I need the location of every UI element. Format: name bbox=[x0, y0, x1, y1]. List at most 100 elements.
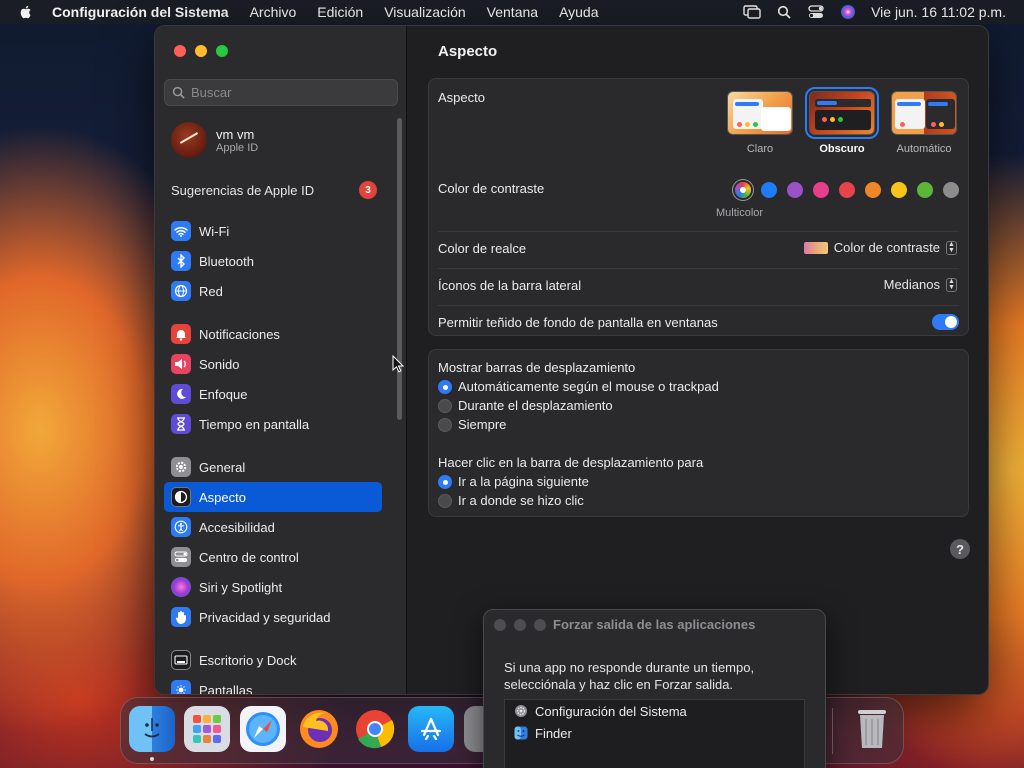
sidebar-item-label: Enfoque bbox=[199, 386, 248, 402]
apple-id-account[interactable]: vm vm Apple ID bbox=[171, 122, 258, 158]
sidebar-item-accesibilidad[interactable]: Accesibilidad bbox=[164, 512, 382, 542]
menu-edicion[interactable]: Edición bbox=[317, 4, 363, 20]
search-field[interactable] bbox=[164, 79, 398, 106]
radio-label: Ir a la página siguiente bbox=[458, 474, 589, 489]
menu-ventana[interactable]: Ventana bbox=[487, 4, 538, 20]
accent-swatch-yellow[interactable] bbox=[891, 182, 907, 198]
system-settings-icon[interactable] bbox=[464, 706, 484, 752]
accent-swatch-orange[interactable] bbox=[865, 182, 881, 198]
scrollbars-option-scrolling[interactable]: Durante el desplazamiento bbox=[438, 398, 613, 413]
list-item[interactable]: Finder bbox=[505, 722, 804, 744]
apple-menu-icon[interactable] bbox=[18, 4, 34, 20]
theme-option-dark[interactable]: Obscuro bbox=[805, 87, 879, 155]
divider bbox=[438, 268, 959, 269]
mouse-cursor-icon bbox=[392, 355, 404, 373]
sidebar: vm vm Apple ID Sugerencias de Apple ID 3… bbox=[155, 26, 407, 694]
scrollbars-option-always[interactable]: Siempre bbox=[438, 417, 506, 432]
accent-swatch-pink[interactable] bbox=[813, 182, 829, 198]
sidebar-item-escritorio-y-dock[interactable]: Escritorio y Dock bbox=[164, 645, 382, 675]
accent-swatch-green[interactable] bbox=[917, 182, 933, 198]
radio-button[interactable] bbox=[438, 379, 452, 394]
sidebar-item-tiempo-en-pantalla[interactable]: Tiempo en pantalla bbox=[164, 409, 382, 439]
sidebar-item-red[interactable]: Red bbox=[164, 276, 382, 306]
sidebar-item-aspecto[interactable]: Aspecto bbox=[164, 482, 382, 512]
sidebar-item-pantallas[interactable]: Pantallas bbox=[164, 675, 382, 694]
menu-clock[interactable]: Vie jun. 16 11:02 p.m. bbox=[871, 4, 1006, 20]
firefox-icon[interactable] bbox=[296, 706, 342, 752]
theme-option-light[interactable]: Claro bbox=[725, 91, 795, 155]
sidebar-item-label: Tiempo en pantalla bbox=[199, 416, 310, 432]
speaker-icon bbox=[171, 354, 191, 374]
app-list: Configuración del Sistema Finder bbox=[504, 699, 805, 768]
scrollbar-settings-card: Mostrar barras de desplazamiento Automát… bbox=[428, 349, 969, 517]
theme-option-auto[interactable]: Automático bbox=[889, 91, 959, 155]
launchpad-icon[interactable] bbox=[184, 706, 230, 752]
sidebar-item-centro-de-control[interactable]: Centro de control bbox=[164, 542, 382, 572]
minimize-button[interactable] bbox=[514, 619, 526, 631]
moon-icon bbox=[171, 384, 191, 404]
control-center-icon bbox=[171, 547, 191, 567]
radio-button[interactable] bbox=[438, 474, 452, 489]
spotlight-search-icon[interactable] bbox=[775, 3, 793, 21]
radio-button[interactable] bbox=[438, 493, 452, 508]
zoom-button[interactable] bbox=[216, 45, 228, 57]
sidebar-icon-size-popup[interactable]: Medianos ▲ ▼ bbox=[884, 277, 957, 292]
radio-button[interactable] bbox=[438, 398, 452, 413]
safari-icon[interactable] bbox=[240, 706, 286, 752]
app-name: Finder bbox=[535, 725, 572, 741]
sidebar-item-notificaciones[interactable]: Notificaciones bbox=[164, 319, 382, 349]
divider bbox=[438, 231, 959, 232]
sidebar-item-label: Notificaciones bbox=[199, 326, 280, 342]
sidebar-item-privacidad-y-seguridad[interactable]: Privacidad y seguridad bbox=[164, 602, 382, 632]
app-store-icon[interactable] bbox=[408, 706, 454, 752]
suggestions-badge: 3 bbox=[359, 181, 377, 199]
zoom-button[interactable] bbox=[534, 619, 546, 631]
control-center-icon[interactable] bbox=[807, 3, 825, 21]
radio-label: Ir a donde se hizo clic bbox=[458, 493, 584, 508]
account-subtitle: Apple ID bbox=[216, 141, 259, 154]
window-controls bbox=[174, 45, 228, 57]
minimize-button[interactable] bbox=[195, 45, 207, 57]
close-button[interactable] bbox=[494, 619, 506, 631]
search-input[interactable] bbox=[191, 85, 391, 100]
radio-label: Durante el desplazamiento bbox=[458, 398, 613, 413]
highlight-color-popup[interactable]: Color de contraste ▲ ▼ bbox=[803, 240, 957, 255]
menu-archivo[interactable]: Archivo bbox=[250, 4, 297, 20]
help-button[interactable]: ? bbox=[950, 539, 970, 559]
apple-id-suggestions[interactable]: Sugerencias de Apple ID 3 bbox=[171, 181, 377, 199]
close-button[interactable] bbox=[174, 45, 186, 57]
click-scroll-option-clicked-spot[interactable]: Ir a donde se hizo clic bbox=[438, 493, 584, 508]
siri-icon[interactable] bbox=[839, 3, 857, 21]
light-theme-thumbnail bbox=[727, 91, 793, 135]
click-scroll-option-next-page[interactable]: Ir a la página siguiente bbox=[438, 474, 589, 489]
finder-icon[interactable] bbox=[129, 706, 175, 752]
menu-visualizacion[interactable]: Visualización bbox=[384, 4, 465, 20]
accent-swatch-red[interactable] bbox=[839, 182, 855, 198]
radio-button[interactable] bbox=[438, 417, 452, 432]
click-scrollbar-label: Hacer clic en la barra de desplazamiento… bbox=[438, 455, 704, 470]
wallpaper-tint-toggle[interactable] bbox=[932, 314, 959, 330]
show-scrollbars-label: Mostrar barras de desplazamiento bbox=[438, 360, 636, 375]
sidebar-item-general[interactable]: General bbox=[164, 452, 382, 482]
accent-swatch-graphite[interactable] bbox=[943, 182, 959, 198]
menu-ayuda[interactable]: Ayuda bbox=[559, 4, 598, 20]
scrollbars-option-auto[interactable]: Automáticamente según el mouse o trackpa… bbox=[438, 379, 719, 394]
siri-icon bbox=[171, 577, 191, 597]
menu-app-name[interactable]: Configuración del Sistema bbox=[52, 4, 229, 20]
sidebar-item-enfoque[interactable]: Enfoque bbox=[164, 379, 382, 409]
list-item[interactable]: Configuración del Sistema bbox=[505, 700, 804, 722]
chrome-icon[interactable] bbox=[352, 706, 398, 752]
accent-swatch-multicolor[interactable] bbox=[735, 182, 751, 198]
sidebar-group-notifications: Notificaciones Sonido Enfoque Tiempo en … bbox=[164, 319, 382, 439]
sidebar-item-sonido[interactable]: Sonido bbox=[164, 349, 382, 379]
sidebar-item-siri-y-spotlight[interactable]: Siri y Spotlight bbox=[164, 572, 382, 602]
screen-mirroring-icon[interactable] bbox=[743, 3, 761, 21]
sidebar-scrollbar[interactable] bbox=[397, 118, 402, 420]
sidebar-item-bluetooth[interactable]: Bluetooth bbox=[164, 246, 382, 276]
accent-swatch-blue[interactable] bbox=[761, 182, 777, 198]
sidebar-item-wifi[interactable]: Wi-Fi bbox=[164, 216, 382, 246]
accent-swatch-purple[interactable] bbox=[787, 182, 803, 198]
trash-icon[interactable] bbox=[849, 706, 895, 752]
sidebar-item-label: General bbox=[199, 459, 246, 475]
sidebar-group-general: General Aspecto Accesibilidad Centro de … bbox=[164, 452, 382, 632]
